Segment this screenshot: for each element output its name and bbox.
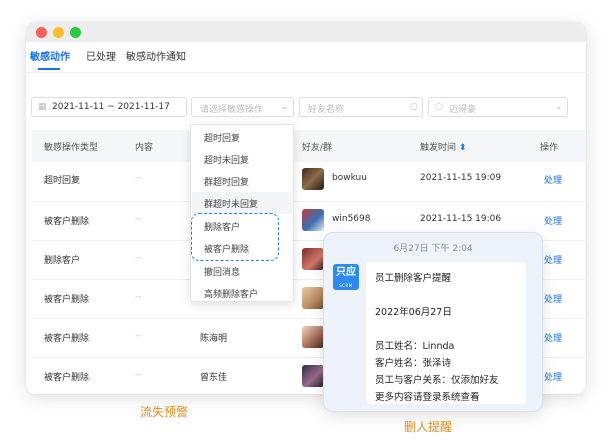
- sort-icon: ⬍: [458, 143, 467, 153]
- title-bar: [26, 22, 586, 42]
- employee-placeholder: 迈得豪: [449, 105, 477, 115]
- notification-message: 员工删除客户提醒 2022年06月27日 员工姓名：Linnda 客户姓名：张泽…: [366, 262, 526, 404]
- avatar: [302, 168, 324, 190]
- table-row: 超时回复 -- bowkuu 2021-11-15 19:09 处理: [32, 162, 586, 202]
- calendar-icon: ▦: [38, 102, 47, 112]
- message-customer: 客户姓名：张泽诗: [375, 358, 452, 369]
- action-type-select[interactable]: 请选择敏感操作 ⌄: [191, 97, 294, 117]
- process-link[interactable]: 处理: [544, 292, 562, 305]
- search-icon: ○: [410, 102, 418, 112]
- tab-sensitive-actions[interactable]: 敏感动作: [30, 48, 70, 63]
- cell-type: 被客户删除: [44, 295, 90, 305]
- cell-friend: bowkuu: [332, 173, 367, 183]
- process-link[interactable]: 处理: [544, 331, 562, 344]
- highlight-dashed-box: [191, 213, 279, 261]
- avatar: [302, 209, 324, 231]
- process-link[interactable]: 处理: [544, 370, 562, 383]
- friend-search-input[interactable]: 好友名称 ○: [299, 97, 423, 117]
- cell-content: --: [135, 292, 142, 302]
- cell-employee: 曾东佳: [200, 373, 228, 383]
- cell-content: --: [135, 173, 142, 183]
- caption-churn-warning: 流失预警: [140, 405, 189, 419]
- maximize-window-button[interactable]: [70, 27, 81, 38]
- option-group-timeout-reply[interactable]: 群超时回复: [204, 175, 249, 188]
- cell-content: --: [135, 370, 142, 380]
- app-logo-icon: 只应 SCRM: [333, 264, 359, 290]
- cell-employee: 陈海明: [200, 334, 228, 344]
- tab-sensitive-notifications[interactable]: 敏感动作通知: [126, 48, 186, 63]
- option-timeout-no-reply[interactable]: 超时未回复: [204, 153, 249, 166]
- process-link[interactable]: 处理: [544, 253, 562, 266]
- message-date: 2022年06月27日: [375, 307, 452, 318]
- message-employee: 员工姓名：Linnda: [375, 341, 455, 352]
- caption-delete-reminder: 删人提醒: [404, 420, 453, 434]
- message-relation: 员工与客户关系：仅添加好友: [375, 375, 499, 386]
- process-link[interactable]: 处理: [544, 214, 562, 227]
- date-range-picker[interactable]: ▦ 2021-11-11 ~ 2021-11-17: [31, 97, 187, 117]
- tab-bar: 敏感动作 已处理 敏感动作通知: [26, 42, 586, 73]
- table-header: 敏感操作类型 内容 好友/群 触发时间 ⬍ 操作: [32, 130, 586, 162]
- notification-timestamp: 6月27日 下午 2:04: [393, 244, 473, 254]
- cell-time: 2021-11-15 19:09: [420, 173, 502, 183]
- minimize-window-button[interactable]: [53, 27, 64, 38]
- tab-processed[interactable]: 已处理: [86, 48, 116, 63]
- option-timeout-reply[interactable]: 超时回复: [204, 131, 240, 144]
- option-recall-message[interactable]: 撤回消息: [204, 265, 240, 278]
- avatar: [302, 248, 324, 270]
- cell-type: 被客户删除: [44, 373, 90, 383]
- action-type-placeholder: 请选择敏感操作: [200, 105, 264, 115]
- cell-type: 被客户删除: [44, 217, 90, 227]
- close-window-button[interactable]: [36, 27, 47, 38]
- message-more: 更多内容请登录系统查看: [375, 392, 480, 403]
- cell-type: 删除客户: [44, 256, 81, 266]
- friend-placeholder: 好友名称: [308, 105, 345, 115]
- cell-content: --: [135, 331, 142, 341]
- avatar: [302, 287, 324, 309]
- cell-type: 被客户删除: [44, 334, 90, 344]
- header-friend-group: 好友/群: [302, 143, 333, 153]
- header-actions: 操作: [540, 143, 559, 153]
- header-content: 内容: [135, 143, 154, 153]
- action-type-dropdown: 超时回复 超时未回复 群超时回复 群超时未回复 删除客户 被客户删除 撤回消息 …: [190, 124, 294, 302]
- chevron-down-icon: ⌄: [281, 102, 289, 112]
- avatar: [302, 365, 324, 387]
- header-action-type: 敏感操作类型: [44, 143, 99, 153]
- cell-content: --: [135, 253, 142, 263]
- cell-type: 超时回复: [44, 176, 81, 186]
- header-trigger-time[interactable]: 触发时间 ⬍: [420, 140, 466, 153]
- date-range-value: 2021-11-11 ~ 2021-11-17: [52, 102, 170, 112]
- active-tab-indicator: [38, 68, 60, 70]
- chevron-down-icon: ⌄: [555, 102, 563, 112]
- cell-friend: win5698: [332, 214, 371, 224]
- cell-content: --: [135, 214, 142, 224]
- process-link[interactable]: 处理: [544, 173, 562, 186]
- avatar: [302, 326, 324, 348]
- cell-time: 2021-11-15 19:06: [420, 214, 502, 224]
- search-icon: ○: [435, 102, 443, 112]
- option-frequent-delete[interactable]: 高频删除客户: [204, 287, 258, 300]
- option-group-timeout-no-reply[interactable]: 群超时未回复: [204, 197, 258, 210]
- message-title: 员工删除客户提醒: [375, 273, 452, 284]
- notification-popup: 6月27日 下午 2:04 只应 SCRM 员工删除客户提醒 2022年06月2…: [323, 232, 543, 412]
- employee-select[interactable]: ○ 迈得豪 ⌄: [428, 97, 568, 117]
